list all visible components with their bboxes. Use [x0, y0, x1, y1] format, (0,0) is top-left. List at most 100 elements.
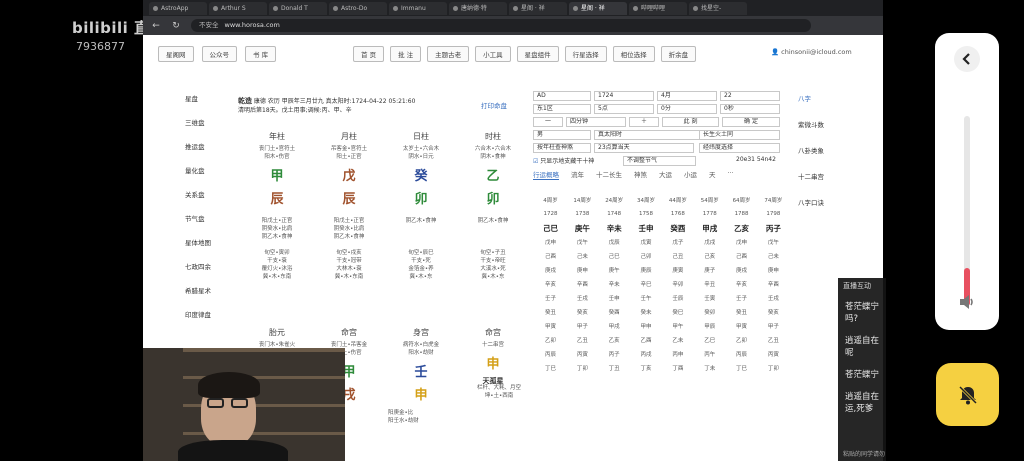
form-field-jingwei[interactable]: 经纬度选择: [699, 143, 780, 153]
top-link[interactable]: 公众号: [201, 46, 237, 62]
form-field-day-change[interactable]: 23点算当天: [594, 143, 694, 153]
form-field-element[interactable]: 长生火土同: [699, 130, 780, 140]
luck-tab[interactable]: 天: [709, 169, 716, 180]
sidebar-item[interactable]: 量化盘: [185, 165, 211, 175]
luck-cell: 甲子: [767, 324, 779, 330]
earthly-branch: 卯: [414, 192, 428, 207]
lower-detail: 阳壬水•劫财: [388, 418, 419, 424]
pillar-detail: [385, 225, 457, 233]
url-field[interactable]: 不安全 www.horosa.com: [191, 19, 811, 32]
form-field-year[interactable]: 1724: [594, 91, 654, 101]
chevron-left-icon: [962, 53, 970, 65]
luck-tab[interactable]: 十二长生: [596, 169, 622, 180]
form-field-confirm[interactable]: 确 定: [722, 117, 780, 127]
show-hidden-stems-checkbox[interactable]: ☑ 只显示地支藏干十神: [533, 156, 594, 165]
nav-button[interactable]: 相位选择: [612, 46, 655, 62]
sidebar-item[interactable]: 推运盘: [185, 141, 211, 151]
print-chart-link[interactable]: 打印命盘: [481, 100, 507, 110]
form-field-gender[interactable]: 男: [533, 130, 591, 140]
nav-button[interactable]: 主题古老: [427, 46, 470, 62]
right-sidebar-item[interactable]: 紫微斗数: [798, 119, 824, 129]
pillar-tengod: 阳土•正官: [336, 154, 362, 160]
pillar-detail: 冀•木•东: [409, 274, 433, 280]
form-field-minus[interactable]: 一: [533, 117, 563, 127]
nav-button[interactable]: 行星选择: [564, 46, 607, 62]
form-field-coords[interactable]: 20e31 54n42: [733, 156, 780, 166]
luck-tab[interactable]: 大运: [659, 169, 672, 180]
sidebar-item[interactable]: 希腊星术: [185, 285, 211, 295]
heavenly-stem: 乙: [486, 169, 500, 184]
form-field-plus[interactable]: ＋: [629, 117, 659, 127]
form-field-time-label[interactable]: 四分钟: [566, 117, 626, 127]
form-field-day[interactable]: 22: [720, 91, 780, 101]
pillar-title: 年柱: [269, 132, 285, 141]
pillar-title: 月柱: [341, 132, 357, 141]
browser-tab[interactable]: Arthur S: [209, 1, 267, 15]
browser-tab[interactable]: AstroApp: [149, 1, 207, 15]
browser-tab[interactable]: Astro-Do: [329, 1, 387, 15]
browser-tab[interactable]: Immanu: [389, 1, 447, 15]
luck-cell: 丁丑: [608, 366, 620, 372]
luck-tab[interactable]: 流年: [571, 169, 584, 180]
luck-tab[interactable]: 行运概略: [533, 169, 559, 180]
form-field-second[interactable]: 0秒: [720, 104, 780, 114]
browser-tab[interactable]: 星阁 · 祥: [509, 1, 567, 15]
browser-tab[interactable]: 找星空-: [689, 1, 747, 15]
luck-cell: 壬申: [608, 296, 620, 302]
top-link[interactable]: 书 库: [245, 46, 277, 62]
browser-tab[interactable]: 星阁 · 祥: [569, 1, 627, 15]
luck-cell: 乙未: [672, 338, 684, 344]
form-field-month[interactable]: 4月: [657, 91, 717, 101]
sidebar-item[interactable]: 印度律盘: [185, 309, 211, 319]
luck-cell: 24周岁: [605, 198, 624, 204]
luck-cell: 1738: [575, 211, 590, 217]
luck-tab[interactable]: ···: [728, 169, 734, 180]
luck-year-pillars-row: 庚戌 庚申 庚午 庚辰 庚寅 庚子 庚戌 庚申: [536, 263, 788, 277]
right-sidebar-item[interactable]: 八字口诀: [798, 197, 824, 207]
pillar-detail: 旬空•戌亥: [336, 250, 362, 256]
browser-tab[interactable]: 哔哩哔哩: [629, 1, 687, 15]
form-field-minute[interactable]: 0分: [657, 104, 717, 114]
nav-button[interactable]: 批 注: [390, 46, 422, 62]
sidebar-item[interactable]: 星盘: [185, 93, 211, 103]
mute-notification-button[interactable]: [936, 363, 999, 426]
right-sidebar-item[interactable]: 十二串宫: [798, 171, 824, 181]
nav-button[interactable]: 星盘组件: [516, 46, 559, 62]
form-field-jieqi[interactable]: 不调整节气: [623, 156, 696, 166]
form-field-solar-time[interactable]: 真太阳时: [594, 130, 714, 140]
speaker-icon[interactable]: [957, 292, 977, 312]
luck-cell: 甲子: [576, 324, 588, 330]
tab-label: Astro-Do: [341, 4, 368, 12]
browser-tab[interactable]: Donald T: [269, 1, 327, 15]
luck-cell: 庚戌: [544, 268, 556, 274]
nav-button[interactable]: 小工具: [475, 46, 511, 62]
lower-pillar-column: 身宫 病符水•白虎金 阳水•劫财壬申: [385, 327, 457, 403]
tab-label: 哔哩哔哩: [641, 4, 666, 12]
sidebar-item[interactable]: 星体地图: [185, 237, 211, 247]
pillar-detail: 干支•死: [411, 258, 431, 264]
luck-cell: 丁巳: [736, 366, 748, 372]
back-button[interactable]: [954, 46, 980, 72]
sidebar-item[interactable]: 七政四余: [185, 261, 211, 271]
form-field-zone[interactable]: 东1区: [533, 104, 591, 114]
back-icon[interactable]: ←: [151, 21, 161, 31]
nav-button[interactable]: 折余盘: [660, 46, 697, 62]
sidebar-item[interactable]: 关系盘: [185, 189, 211, 199]
luck-tab[interactable]: 神煞: [634, 169, 647, 180]
reload-icon[interactable]: ↻: [171, 21, 181, 31]
form-field-method[interactable]: 按年柱查神煞: [533, 143, 591, 153]
right-sidebar-item[interactable]: 八卦类象: [798, 145, 824, 155]
luck-cell: 壬子: [736, 296, 748, 302]
form-field-calendar[interactable]: AD: [533, 91, 591, 101]
form-field-now[interactable]: 此 刻: [662, 117, 719, 127]
top-link[interactable]: 星阁网: [158, 46, 194, 62]
right-sidebar-item[interactable]: 八字: [798, 93, 824, 103]
user-email[interactable]: 👤 chinsonii@icloud.com: [771, 48, 852, 56]
nav-button[interactable]: 首 页: [353, 46, 385, 62]
luck-tab[interactable]: 小运: [684, 169, 697, 180]
sidebar-item[interactable]: 节气盘: [185, 213, 211, 223]
browser-tab[interactable]: 唐纳德·特: [449, 1, 507, 15]
luck-cell: 1758: [639, 211, 654, 217]
form-field-hour[interactable]: 5点: [594, 104, 654, 114]
sidebar-item[interactable]: 三维盘: [185, 117, 211, 127]
